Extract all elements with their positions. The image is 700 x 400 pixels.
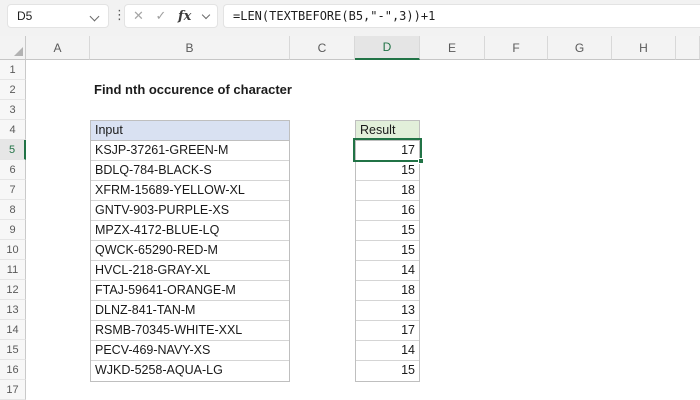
row-header-12[interactable]: 12 xyxy=(0,280,26,300)
input-cell-b15[interactable]: PECV-469-NAVY-XS xyxy=(91,341,289,361)
row-header-5[interactable]: 5 xyxy=(0,140,26,160)
row-header-14[interactable]: 14 xyxy=(0,320,26,340)
column-header-partial[interactable] xyxy=(676,36,700,60)
row-header-8[interactable]: 8 xyxy=(0,200,26,220)
input-cell-b14[interactable]: RSMB-70345-WHITE-XXL xyxy=(91,321,289,341)
column-header-h[interactable]: H xyxy=(612,36,676,60)
result-cell-d6[interactable]: 15 xyxy=(356,161,419,181)
worksheet-title: Find nth occurence of character xyxy=(94,82,292,97)
row-header-3[interactable]: 3 xyxy=(0,100,26,120)
input-cell-b11[interactable]: HVCL-218-GRAY-XL xyxy=(91,261,289,281)
row-header-17[interactable]: 17 xyxy=(0,380,26,400)
result-cell-d8[interactable]: 16 xyxy=(356,201,419,221)
input-cell-b12[interactable]: FTAJ-59641-ORANGE-M xyxy=(91,281,289,301)
row-header-11[interactable]: 11 xyxy=(0,260,26,280)
input-cell-b9[interactable]: MPZX-4172-BLUE-LQ xyxy=(91,221,289,241)
row-header-6[interactable]: 6 xyxy=(0,160,26,180)
input-cell-b10[interactable]: QWCK-65290-RED-M xyxy=(91,241,289,261)
column-header-g[interactable]: G xyxy=(548,36,612,60)
formula-bar-input[interactable]: =LEN(TEXTBEFORE(B5,"-",3))+1 xyxy=(223,4,700,28)
enter-icon[interactable]: ✓ xyxy=(156,9,167,24)
input-cell-b13[interactable]: DLNZ-841-TAN-M xyxy=(91,301,289,321)
row-headers: 1 2 3 4 5 6 7 8 9 10 11 12 13 14 15 16 1… xyxy=(0,60,26,400)
column-header-e[interactable]: E xyxy=(420,36,485,60)
result-cell-d13[interactable]: 13 xyxy=(356,301,419,321)
row-header-13[interactable]: 13 xyxy=(0,300,26,320)
column-header-c[interactable]: C xyxy=(290,36,355,60)
result-cell-d7[interactable]: 18 xyxy=(356,181,419,201)
column-header-a[interactable]: A xyxy=(26,36,90,60)
chevron-down-icon[interactable] xyxy=(89,11,100,22)
result-cell-d9[interactable]: 15 xyxy=(356,221,419,241)
row-header-15[interactable]: 15 xyxy=(0,340,26,360)
result-column-header[interactable]: Result xyxy=(356,121,419,141)
column-headers: A B C D E F G H xyxy=(0,36,700,60)
excel-window: D5 ⋮ ✕ ✓ fx =LEN(TEXTBEFORE(B5,"-",3))+1… xyxy=(0,0,700,400)
chevron-down-icon[interactable] xyxy=(201,10,211,19)
cancel-icon[interactable]: ✕ xyxy=(133,9,144,24)
row-header-4[interactable]: 4 xyxy=(0,120,26,140)
input-column-header[interactable]: Input xyxy=(91,121,289,141)
select-all-button[interactable] xyxy=(0,36,26,60)
column-header-f[interactable]: F xyxy=(485,36,548,60)
name-box-value: D5 xyxy=(17,9,33,23)
column-header-d[interactable]: D xyxy=(355,36,420,60)
row-header-1[interactable]: 1 xyxy=(0,60,26,80)
result-cell-d5[interactable]: 17 xyxy=(356,141,419,161)
insert-function-icon[interactable]: fx xyxy=(178,9,191,24)
input-cell-b5[interactable]: KSJP-37261-GREEN-M xyxy=(91,141,289,161)
row-header-10[interactable]: 10 xyxy=(0,240,26,260)
input-table: Input KSJP-37261-GREEN-M BDLQ-784-BLACK-… xyxy=(90,120,290,382)
result-cell-d14[interactable]: 17 xyxy=(356,321,419,341)
select-all-triangle-icon xyxy=(14,47,23,56)
name-box[interactable]: D5 xyxy=(7,4,109,28)
column-header-b[interactable]: B xyxy=(90,36,290,60)
input-cell-b6[interactable]: BDLQ-784-BLACK-S xyxy=(91,161,289,181)
input-cell-b8[interactable]: GNTV-903-PURPLE-XS xyxy=(91,201,289,221)
input-cell-b16[interactable]: WJKD-5258-AQUA-LG xyxy=(91,361,289,381)
row-header-16[interactable]: 16 xyxy=(0,360,26,380)
result-cell-d11[interactable]: 14 xyxy=(356,261,419,281)
result-table: Result 17 15 18 16 15 15 14 18 13 17 14 … xyxy=(355,120,420,382)
result-cell-d16[interactable]: 15 xyxy=(356,361,419,381)
input-cell-b7[interactable]: XFRM-15689-YELLOW-XL xyxy=(91,181,289,201)
result-cell-d10[interactable]: 15 xyxy=(356,241,419,261)
result-cell-d12[interactable]: 18 xyxy=(356,281,419,301)
result-cell-d15[interactable]: 14 xyxy=(356,341,419,361)
row-header-9[interactable]: 9 xyxy=(0,220,26,240)
row-header-2[interactable]: 2 xyxy=(0,80,26,100)
formula-buttons: ✕ ✓ fx xyxy=(124,4,218,28)
row-header-7[interactable]: 7 xyxy=(0,180,26,200)
formula-bar: D5 ⋮ ✕ ✓ fx =LEN(TEXTBEFORE(B5,"-",3))+1 xyxy=(0,0,700,36)
